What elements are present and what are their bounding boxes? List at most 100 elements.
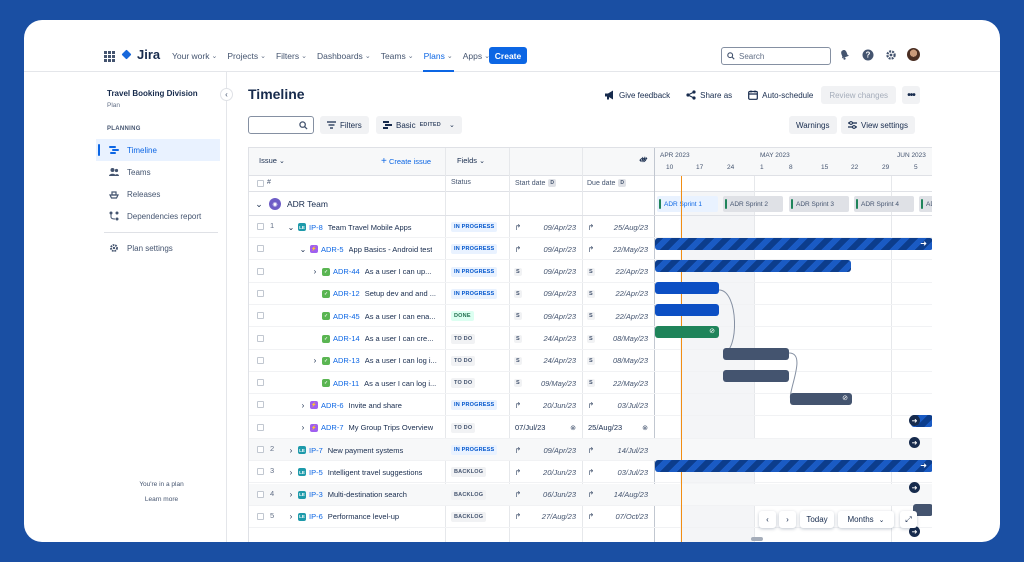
nav-plans[interactable]: Plans ⌄ bbox=[419, 47, 458, 72]
chevron-down-icon: ⌄ bbox=[446, 52, 453, 60]
give-feedback-label: Give feedback bbox=[619, 90, 671, 100]
chevron-down-icon: ⌄ bbox=[407, 52, 414, 60]
settings-gear-icon[interactable] bbox=[884, 48, 897, 61]
sidebar-section-label: PLANNING bbox=[107, 126, 141, 132]
help-icon[interactable]: ? bbox=[861, 48, 874, 61]
search-placeholder: Search bbox=[739, 51, 765, 61]
search-input[interactable]: Search bbox=[721, 47, 831, 65]
horizontal-scrollbar[interactable] bbox=[751, 537, 763, 541]
top-navigation: Jira Your work ⌄ Projects ⌄ Filters ⌄ Dashb… bbox=[24, 20, 1000, 72]
app-switcher-icon[interactable] bbox=[104, 51, 115, 62]
filter-icon bbox=[327, 121, 336, 129]
scroll-right-button[interactable]: › bbox=[779, 511, 796, 528]
nav-label: Plans bbox=[423, 50, 445, 61]
app-window: Jira Your work ⌄ Projects ⌄ Filters ⌄ Dashb… bbox=[24, 20, 1000, 542]
sidebar-item-releases[interactable]: Releases bbox=[96, 183, 220, 205]
user-avatar[interactable] bbox=[907, 48, 920, 61]
arrow-right-icon: ➜ bbox=[920, 239, 927, 248]
nav-projects[interactable]: Projects ⌄ bbox=[222, 47, 271, 64]
chevron-left-icon: ‹ bbox=[766, 515, 769, 524]
sidebar: Travel Booking Division Plan PLANNING Ti… bbox=[96, 72, 227, 542]
link-icon: ⊘ bbox=[842, 395, 848, 402]
timeline-bar-adr-11[interactable]: ⊘ bbox=[790, 393, 852, 405]
page-title: Timeline bbox=[248, 86, 305, 102]
arrow-right-icon[interactable]: ➜ bbox=[909, 437, 920, 448]
sidebar-item-plan-settings[interactable]: Plan settings bbox=[96, 237, 220, 259]
nav-teams[interactable]: Teams ⌄ bbox=[376, 47, 419, 64]
today-button[interactable]: Today bbox=[800, 511, 834, 528]
chevron-down-icon: ⌄ bbox=[260, 52, 266, 60]
timescale-label: Months bbox=[847, 515, 874, 524]
more-icon: ••• bbox=[907, 89, 915, 101]
share-button[interactable]: Share as bbox=[678, 86, 740, 104]
issue-search-input[interactable] bbox=[248, 116, 314, 134]
scroll-left-button[interactable]: ‹ bbox=[759, 511, 776, 528]
chevron-down-icon: ⌄ bbox=[301, 52, 307, 60]
timeline-icon bbox=[109, 146, 119, 154]
warnings-label: Warnings bbox=[796, 120, 830, 130]
sidebar-item-dependencies-report[interactable]: Dependencies report bbox=[96, 205, 220, 227]
arrow-right-icon[interactable]: ➜ bbox=[909, 482, 920, 493]
svg-text:?: ? bbox=[865, 50, 870, 59]
timeline-bar-adr-12[interactable] bbox=[655, 304, 719, 316]
nav-menu: Your work ⌄ Projects ⌄ Filters ⌄ Dashboards… bbox=[167, 47, 495, 72]
chevron-down-icon: ⌄ bbox=[211, 52, 218, 60]
warnings-button[interactable]: Warnings bbox=[789, 116, 837, 134]
more-actions-button[interactable]: ••• bbox=[902, 86, 921, 104]
sidebar-item-timeline[interactable]: Timeline bbox=[96, 139, 220, 161]
give-feedback-button[interactable]: Give feedback bbox=[596, 86, 678, 104]
header-actions: Give feedback Share as Auto-schedule Rev… bbox=[596, 86, 921, 104]
review-changes-button[interactable]: Review changes bbox=[821, 86, 897, 104]
filters-button[interactable]: Filters bbox=[320, 116, 369, 134]
timeline-bar-adr-13[interactable] bbox=[723, 370, 789, 382]
timeline-grid: Issue ⌄ + Create issue Fields ⌄ ⇼ ⇹ # St… bbox=[248, 147, 932, 542]
filters-label: Filters bbox=[340, 120, 362, 130]
create-button[interactable]: Create bbox=[489, 47, 527, 64]
chevron-down-icon: ⌄ bbox=[878, 516, 885, 524]
jira-logo[interactable]: Jira bbox=[121, 47, 160, 62]
auto-schedule-button[interactable]: Auto-schedule bbox=[740, 86, 821, 104]
plan-info-text: You're in a plan bbox=[139, 481, 184, 488]
nav-your-work[interactable]: Your work ⌄ bbox=[167, 47, 222, 64]
megaphone-icon bbox=[605, 90, 613, 100]
view-settings-label: View settings bbox=[861, 120, 908, 130]
dependencies-icon bbox=[109, 211, 119, 221]
chevron-left-icon: ‹ bbox=[225, 90, 228, 99]
view-settings-button[interactable]: View settings bbox=[841, 116, 915, 134]
timeline-bar-adr-5[interactable] bbox=[655, 260, 851, 272]
plan-title: Travel Booking Division bbox=[107, 89, 198, 98]
timeline-bar-ip-7[interactable]: ➜ bbox=[655, 460, 932, 472]
sidebar-item-teams[interactable]: Teams bbox=[96, 161, 220, 183]
notifications-icon[interactable] bbox=[838, 48, 851, 61]
dependency-lines bbox=[718, 289, 798, 402]
top-icons: ? bbox=[838, 48, 920, 61]
arrow-right-icon[interactable]: ➜ bbox=[909, 415, 920, 426]
timeline-bar-adr-14[interactable] bbox=[723, 348, 789, 360]
arrow-right-icon: ➜ bbox=[920, 461, 927, 470]
nav-label: Projects bbox=[227, 50, 259, 61]
auto-schedule-label: Auto-schedule bbox=[762, 90, 814, 100]
fullscreen-button[interactable]: ⤢ bbox=[900, 511, 917, 528]
timeline-bar-ip-8[interactable]: ➜ bbox=[655, 238, 932, 250]
logo-text: Jira bbox=[137, 47, 161, 62]
collapse-sidebar-button[interactable]: ‹ bbox=[220, 88, 233, 101]
chevron-right-icon: › bbox=[786, 515, 789, 524]
nav-dashboards[interactable]: Dashboards ⌄ bbox=[312, 47, 376, 64]
sliders-icon bbox=[848, 121, 857, 129]
ship-icon bbox=[109, 191, 119, 199]
nav-label: Teams bbox=[380, 50, 406, 61]
search-icon bbox=[299, 121, 308, 130]
timescale-select[interactable]: Months ⌄ bbox=[838, 511, 894, 528]
nav-label: Dashboards bbox=[316, 50, 363, 61]
gear-icon bbox=[110, 244, 118, 252]
timeline-bar-adr-44[interactable] bbox=[655, 282, 719, 294]
share-label: Share as bbox=[700, 90, 733, 100]
learn-more-link[interactable]: Learn more bbox=[96, 496, 227, 503]
nav-filters[interactable]: Filters ⌄ bbox=[271, 47, 312, 64]
view-icon bbox=[383, 121, 392, 129]
sidebar-item-label: Plan settings bbox=[127, 243, 173, 253]
view-select[interactable]: Basic EDITED ⌄ bbox=[376, 116, 462, 134]
view-label: Basic bbox=[396, 120, 416, 130]
timeline-bar-adr-45[interactable]: ⊘ bbox=[655, 326, 719, 338]
sidebar-item-label: Releases bbox=[127, 189, 161, 199]
